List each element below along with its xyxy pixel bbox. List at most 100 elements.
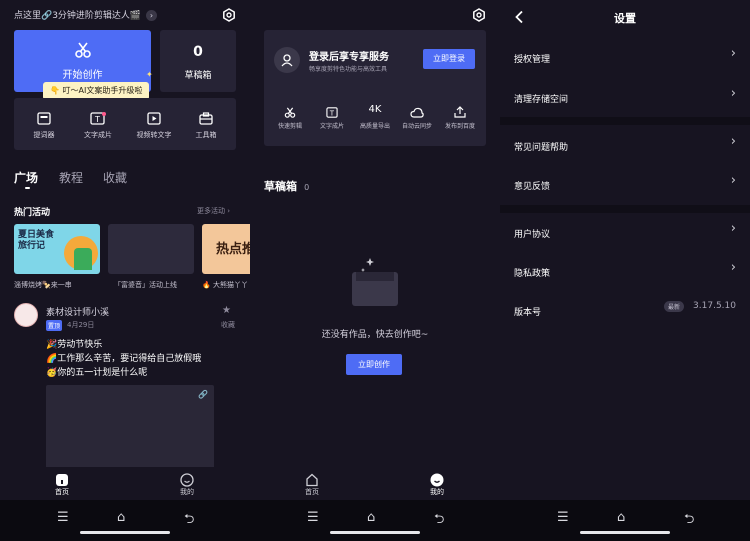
event-banner[interactable]: 热点推 bbox=[202, 224, 250, 274]
home-nav-icon[interactable]: ⌂ bbox=[367, 510, 375, 525]
teleprompter-tool[interactable]: 提词器 bbox=[28, 110, 60, 140]
text-to-video-tool[interactable]: T 文字成片 bbox=[80, 110, 116, 140]
bottom-tab-bar: 首页 我的 bbox=[0, 467, 250, 500]
item-label: 意见反馈 bbox=[514, 182, 551, 192]
tab-favorites[interactable]: 收藏 bbox=[103, 169, 127, 186]
back-icon[interactable]: ⮌ bbox=[184, 510, 194, 532]
menu-icon[interactable]: ☰ bbox=[57, 510, 69, 525]
svg-text:T: T bbox=[329, 109, 335, 117]
user-avatar-icon[interactable] bbox=[274, 47, 300, 73]
settings-item-version: 版本号 最新 3.17.5.10 bbox=[514, 300, 736, 318]
nav-home[interactable]: 首页 bbox=[52, 472, 72, 497]
chevron-right-icon: › bbox=[730, 260, 736, 275]
profile-screen: 登录后享专享服务 畅享度剪特色功能与高效工具 立即登录 快速剪辑 T 文字成片 … bbox=[250, 0, 500, 541]
chevron-right-icon: › bbox=[730, 86, 736, 101]
favorite-label[interactable]: 收藏 bbox=[221, 320, 235, 330]
smile-icon bbox=[177, 472, 197, 487]
system-nav-bar: ☰ ⌂ ⮌ bbox=[0, 500, 250, 541]
section-divider bbox=[500, 117, 750, 125]
tab-tutorial[interactable]: 教程 bbox=[59, 169, 83, 186]
scissors-icon bbox=[270, 103, 310, 118]
back-icon[interactable]: ⮌ bbox=[684, 510, 694, 532]
chevron-right-icon: › bbox=[730, 173, 736, 188]
settings-item-faq[interactable]: 常见问题帮助 › bbox=[514, 134, 736, 153]
video-text-icon bbox=[134, 110, 174, 125]
menu-icon[interactable]: ☰ bbox=[307, 510, 319, 525]
home-icon bbox=[52, 472, 72, 486]
settings-item-authorization[interactable]: 授权管理 › bbox=[514, 46, 736, 65]
settings-item-storage[interactable]: 清理存储空间 › bbox=[514, 86, 736, 105]
home-nav-icon[interactable]: ⌂ bbox=[117, 510, 125, 525]
latest-badge: 最新 bbox=[664, 301, 685, 312]
toolbox-tool[interactable]: 工具箱 bbox=[190, 110, 222, 140]
video-to-text-tool[interactable]: 视频转文字 bbox=[134, 110, 174, 140]
promo-text: 点这里🔗3分钟进阶剪辑达人🎬 bbox=[14, 11, 142, 21]
feature-label: 自动云同步 bbox=[401, 123, 432, 130]
settings-icon[interactable] bbox=[222, 7, 236, 22]
link-icon: 🔗 bbox=[198, 390, 208, 399]
start-create-label: 开始创作 bbox=[62, 70, 103, 81]
chevron-right-icon: › bbox=[730, 134, 736, 149]
settings-item-feedback[interactable]: 意见反馈 › bbox=[514, 173, 736, 192]
home-indicator bbox=[330, 531, 420, 534]
settings-screen: 设置 授权管理 › 清理存储空间 › 常见问题帮助 › 意见反馈 › 用户协议 … bbox=[500, 0, 750, 541]
home-nav-icon[interactable]: ⌂ bbox=[617, 510, 625, 525]
nav-home[interactable]: 首页 bbox=[302, 472, 322, 497]
settings-item-user-agreement[interactable]: 用户协议 › bbox=[514, 221, 736, 240]
back-icon[interactable]: ⮌ bbox=[434, 510, 444, 532]
settings-item-privacy[interactable]: 隐私政策 › bbox=[514, 260, 736, 279]
version-number: 3.17.5.10 bbox=[693, 301, 736, 311]
more-events-link[interactable]: 更多活动 › bbox=[197, 206, 230, 216]
text-video-icon: T bbox=[80, 110, 116, 125]
home-indicator bbox=[580, 531, 670, 534]
quick-edit-feature[interactable]: 快速剪辑 bbox=[270, 103, 310, 130]
post-author[interactable]: 素材设计师小溪 bbox=[46, 305, 109, 318]
hq-export-feature[interactable]: 4K 高质量导出 bbox=[355, 103, 395, 130]
post-line: 🎉劳动节快乐 bbox=[46, 340, 103, 350]
item-label: 版本号 bbox=[514, 308, 542, 318]
chevron-right-icon: › bbox=[146, 10, 158, 21]
teleprompter-icon bbox=[28, 110, 60, 125]
system-nav-bar: ☰ ⌂ ⮌ bbox=[250, 500, 500, 541]
login-button[interactable]: 立即登录 bbox=[423, 49, 475, 69]
item-label: 隐私政策 bbox=[514, 269, 551, 279]
nav-mine[interactable]: 我的 bbox=[177, 472, 197, 497]
svg-text:T: T bbox=[94, 115, 100, 124]
pinned-badge: 置顶 bbox=[46, 320, 63, 331]
settings-icon[interactable] bbox=[472, 7, 486, 22]
banner-caption: 淄博烧烤🍢来一串 bbox=[14, 281, 72, 289]
smile-icon bbox=[427, 472, 447, 487]
upload-icon bbox=[440, 103, 480, 118]
text-video-icon: T bbox=[312, 103, 352, 118]
drafts-label: 草稿箱 bbox=[184, 71, 212, 81]
promo-link[interactable]: 点这里🔗3分钟进阶剪辑达人🎬 › bbox=[14, 8, 158, 21]
home-screen: 点这里🔗3分钟进阶剪辑达人🎬 › 开始创作 ✦ 0 草稿箱 👇 叮～AI文案助手… bbox=[0, 0, 250, 541]
avatar[interactable] bbox=[14, 303, 38, 327]
item-label: 清理存储空间 bbox=[514, 95, 569, 105]
tab-square[interactable]: 广场 bbox=[14, 169, 38, 186]
drafts-card[interactable]: 0 草稿箱 bbox=[160, 30, 236, 92]
menu-icon[interactable]: ☰ bbox=[557, 510, 569, 525]
star-icon[interactable]: ★ bbox=[222, 305, 231, 316]
banner-title: 夏日美食 旅行记 bbox=[18, 230, 55, 251]
chevron-right-icon: › bbox=[730, 221, 736, 236]
create-now-button[interactable]: 立即创作 bbox=[346, 354, 402, 375]
tool-label: 工具箱 bbox=[195, 131, 217, 139]
empty-box-icon bbox=[350, 256, 400, 308]
feature-label: 发布到百度 bbox=[444, 123, 475, 130]
nav-label: 首页 bbox=[305, 488, 319, 496]
nav-mine[interactable]: 我的 bbox=[427, 472, 447, 497]
hot-events-title: 热门活动 bbox=[14, 208, 51, 218]
post-line: 🥳你的五一计划是什么呢 bbox=[46, 368, 148, 378]
publish-feature[interactable]: 发布到百度 bbox=[440, 103, 480, 130]
banner-title: 热点推 bbox=[216, 242, 250, 257]
drafts-count: 0 bbox=[193, 44, 203, 60]
post-media[interactable]: 🔗 bbox=[46, 385, 214, 475]
system-nav-bar: ☰ ⌂ ⮌ bbox=[500, 500, 750, 541]
text-video-feature[interactable]: T 文字成片 bbox=[312, 103, 352, 130]
event-banner[interactable] bbox=[108, 224, 194, 274]
home-icon bbox=[302, 472, 322, 487]
event-banner[interactable]: 夏日美食 旅行记 bbox=[14, 224, 100, 274]
cloud-sync-feature[interactable]: 自动云同步 bbox=[397, 103, 437, 130]
empty-message: 还没有作品，快去创作吧~ bbox=[321, 330, 429, 340]
